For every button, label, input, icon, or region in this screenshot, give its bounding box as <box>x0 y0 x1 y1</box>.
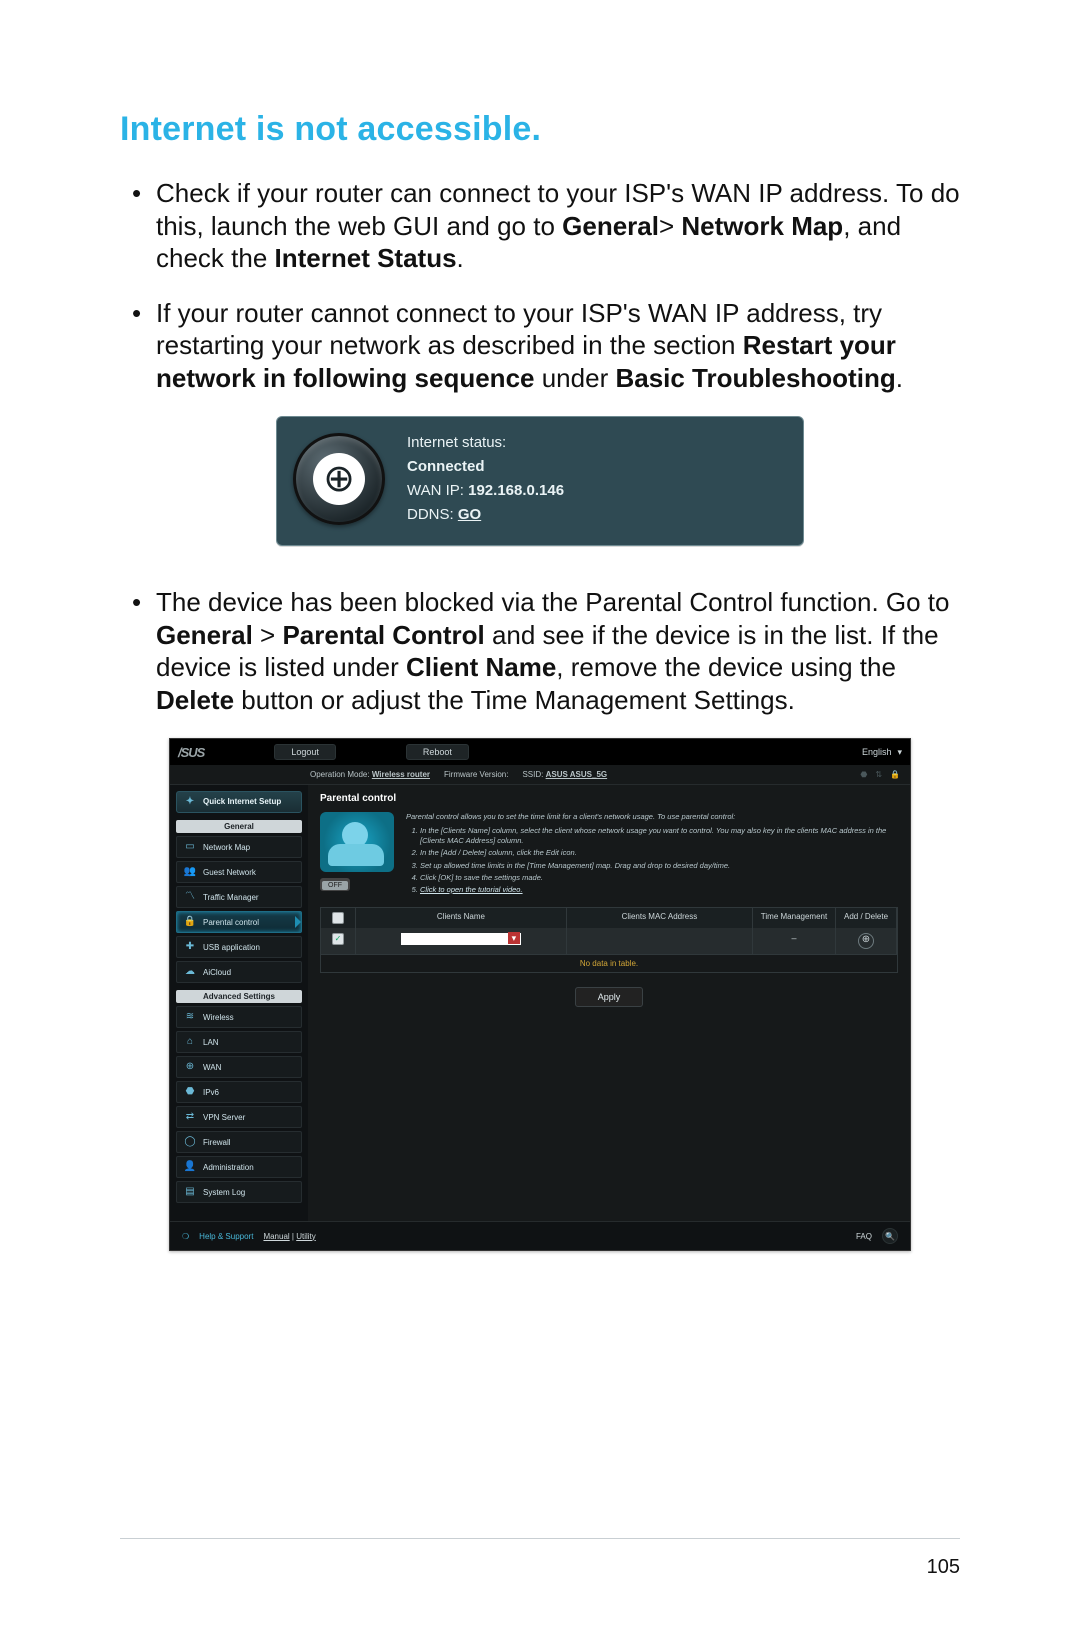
section-heading: Internet is not accessible. <box>120 110 960 149</box>
user-icon: 👤 <box>183 1161 197 1173</box>
page-number: 105 <box>927 1556 960 1579</box>
router-gui-screenshot: /SUS Logout Reboot English▾ Operation Mo… <box>169 738 911 1251</box>
panel-title: Parental control <box>320 793 898 804</box>
globe-icon: ⊕ <box>183 1061 197 1073</box>
status-strip: Operation Mode: Wireless router Firmware… <box>170 765 910 785</box>
wifi-icon: ≋ <box>183 1011 197 1023</box>
search-icon[interactable]: 🔍 <box>882 1228 898 1244</box>
manual-link[interactable]: Manual <box>263 1232 289 1241</box>
internet-status-card: ⊕ Internet status: Connected WAN IP: 192… <box>276 416 804 546</box>
sidebar-item-network-map[interactable]: ▭Network Map <box>176 836 302 858</box>
clients-table: Clients Name Clients MAC Address Time Ma… <box>320 907 898 973</box>
router-icon: ▭ <box>183 841 197 853</box>
status-icon: ⬣ <box>860 770 867 779</box>
sidebar-item-wireless[interactable]: ≋Wireless <box>176 1006 302 1028</box>
col-clients-mac: Clients MAC Address <box>567 908 753 928</box>
bullet-3: The device has been blocked via the Pare… <box>120 586 960 716</box>
help-support-label: Help & Support <box>199 1232 253 1241</box>
sidebar-item-administration[interactable]: 👤Administration <box>176 1156 302 1178</box>
section-advanced: Advanced Settings <box>176 990 302 1003</box>
ipv6-icon: ⬣ <box>183 1086 197 1098</box>
parental-toggle[interactable]: OFF <box>320 878 350 891</box>
reboot-button[interactable]: Reboot <box>406 744 469 760</box>
chevron-down-icon: ▾ <box>897 747 902 758</box>
asus-logo: /SUS <box>178 745 204 760</box>
sidebar-item-usb-application[interactable]: ✚USB application <box>176 936 302 958</box>
intro-text: Parental control allows you to set the t… <box>406 812 898 897</box>
sidebar-item-parental-control[interactable]: 🔒Parental control <box>176 911 302 933</box>
log-icon: ▤ <box>183 1186 197 1198</box>
time-cell: – <box>753 928 836 954</box>
faq-link[interactable]: FAQ <box>856 1232 872 1241</box>
people-icon: 👥 <box>183 866 197 878</box>
shield-icon: ◯ <box>183 1136 197 1148</box>
sidebar-item-firewall[interactable]: ◯Firewall <box>176 1131 302 1153</box>
globe-icon: ⊕ <box>293 433 385 525</box>
bullet-list: Check if your router can connect to your… <box>120 177 960 394</box>
sidebar-item-ipv6[interactable]: ⬣IPv6 <box>176 1081 302 1103</box>
family-icon <box>320 812 394 872</box>
sidebar-item-traffic-manager[interactable]: 〽Traffic Manager <box>176 886 302 908</box>
no-data-row: No data in table. <box>321 954 897 972</box>
select-all-checkbox[interactable] <box>332 912 344 924</box>
apply-button[interactable]: Apply <box>575 987 644 1007</box>
bullet-2: If your router cannot connect to your IS… <box>120 297 960 395</box>
table-row: – ⊕ <box>321 928 897 954</box>
quick-internet-setup[interactable]: ✦Quick Internet Setup <box>176 791 302 813</box>
router-content: Parental control OFF Parental control al… <box>308 785 910 1221</box>
utility-link[interactable]: Utility <box>296 1232 316 1241</box>
bullet-list-2: The device has been blocked via the Pare… <box>120 586 960 716</box>
sidebar-item-aicloud[interactable]: ☁AiCloud <box>176 961 302 983</box>
router-sidebar: ✦Quick Internet Setup General ▭Network M… <box>170 785 308 1221</box>
router-topbar: /SUS Logout Reboot English▾ <box>170 739 910 765</box>
language-select[interactable]: English▾ <box>862 747 902 758</box>
cloud-icon: ☁ <box>183 966 197 978</box>
sidebar-item-wan[interactable]: ⊕WAN <box>176 1056 302 1078</box>
sidebar-item-system-log[interactable]: ▤System Log <box>176 1181 302 1203</box>
col-add-delete: Add / Delete <box>836 908 897 928</box>
bullet-1: Check if your router can connect to your… <box>120 177 960 275</box>
lan-icon: ⌂ <box>183 1036 197 1048</box>
lock-icon: 🔒 <box>890 770 900 779</box>
footer-rule <box>120 1538 960 1539</box>
row-checkbox[interactable] <box>332 933 344 945</box>
vpn-icon: ⇄ <box>183 1111 197 1123</box>
client-mac-cell[interactable] <box>567 928 753 954</box>
magic-wand-icon: ✦ <box>183 796 197 808</box>
col-clients-name: Clients Name <box>356 908 567 928</box>
router-footer: ❍ Help & Support Manual | Utility FAQ 🔍 <box>170 1221 910 1250</box>
tutorial-video-link[interactable]: Click to open the tutorial video. <box>420 885 523 894</box>
operation-mode-link[interactable]: Wireless router <box>372 770 430 779</box>
status-text: Internet status: Connected WAN IP: 192.1… <box>407 431 564 527</box>
usb-icon: ✚ <box>183 941 197 953</box>
sidebar-item-guest-network[interactable]: 👥Guest Network <box>176 861 302 883</box>
client-name-dropdown[interactable] <box>401 933 521 945</box>
sidebar-item-lan[interactable]: ⌂LAN <box>176 1031 302 1053</box>
wifi-icon: ⇅ <box>875 770 882 779</box>
logout-button[interactable]: Logout <box>274 744 336 760</box>
help-icon: ❍ <box>182 1232 189 1241</box>
section-general: General <box>176 820 302 833</box>
lock-icon: 🔒 <box>183 916 197 928</box>
add-button[interactable]: ⊕ <box>858 933 874 949</box>
col-time-management: Time Management <box>753 908 836 928</box>
ddns-go-link[interactable]: GO <box>458 506 481 523</box>
chart-icon: 〽 <box>183 891 197 903</box>
sidebar-item-vpn-server[interactable]: ⇄VPN Server <box>176 1106 302 1128</box>
